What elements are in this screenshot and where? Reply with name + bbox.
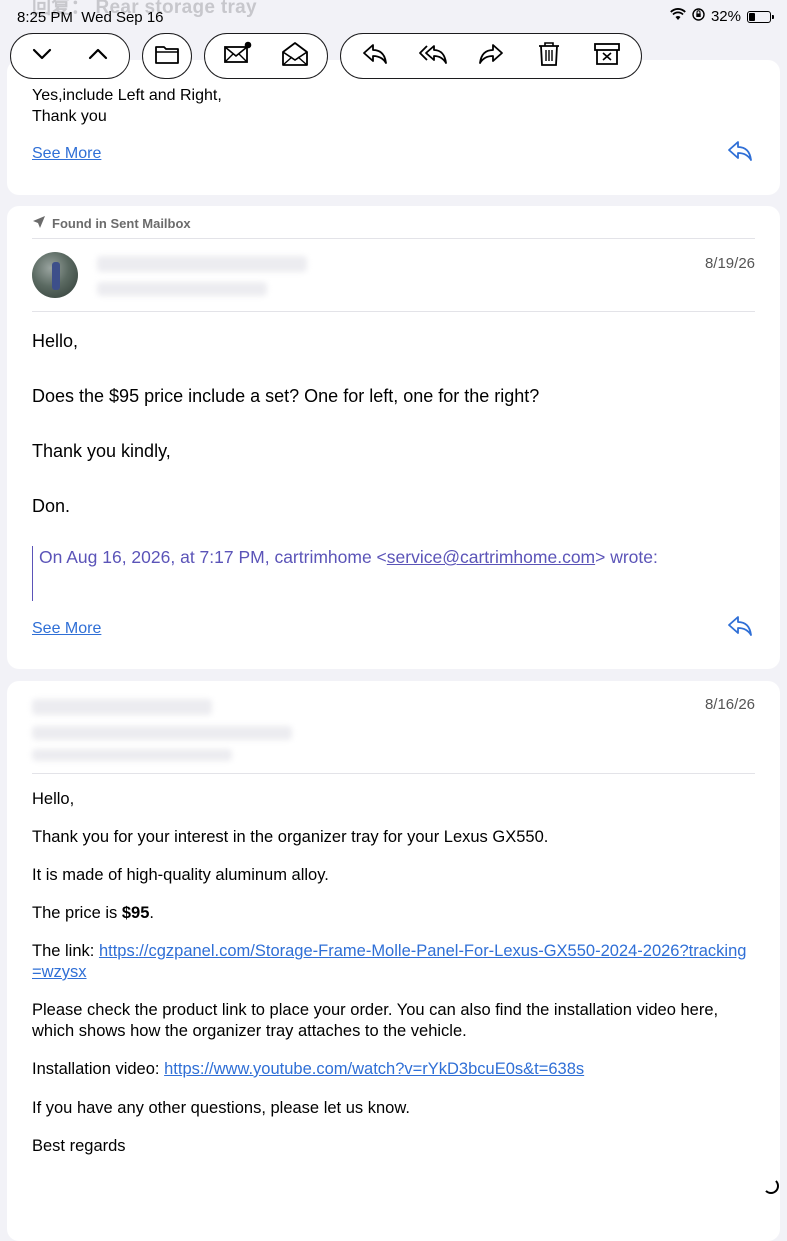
reply-icon[interactable] <box>725 136 755 166</box>
mark-read-button[interactable] <box>269 36 321 76</box>
redacted-recipient <box>97 282 267 296</box>
found-in-mailbox-label: Found in Sent Mailbox <box>32 215 191 232</box>
status-bar: 回复： Rear storage tray 8:25 PM Wed Sep 16… <box>0 0 787 34</box>
trash-button[interactable] <box>523 36 575 76</box>
forward-icon <box>476 39 506 74</box>
redacted-sender <box>97 256 307 272</box>
closing: Best regards <box>32 1137 126 1155</box>
mark-unread-button[interactable] <box>211 36 263 76</box>
trash-icon <box>534 39 564 74</box>
reply-all-button[interactable] <box>407 36 459 76</box>
reply-icon[interactable] <box>725 611 755 641</box>
divider <box>32 773 755 774</box>
move-pill <box>142 33 192 79</box>
price-value: $95 <box>121 904 150 922</box>
message-card-2: Found in Sent Mailbox 8/19/26 Hello, Doe… <box>7 206 780 669</box>
message-1-body: Yes,include Left and Right, Thank you <box>32 85 222 127</box>
open-envelope-icon <box>280 39 310 74</box>
divider <box>32 311 755 312</box>
forward-button[interactable] <box>465 36 517 76</box>
product-link-line: The link: https://cgzpanel.com/Storage-F… <box>32 942 747 981</box>
chevron-down-icon <box>27 39 57 74</box>
see-more-link[interactable]: See More <box>32 145 101 163</box>
divider <box>32 238 755 239</box>
message-date: 8/19/26 <box>704 255 755 272</box>
body-line: Yes,include Left and Right, <box>32 87 222 104</box>
quoted-email-link[interactable]: service@cartrimhome.com <box>387 547 595 567</box>
move-to-folder-button[interactable] <box>147 36 187 76</box>
body-paragraph: Thank you for your interest in the organ… <box>32 828 549 846</box>
reply-all-icon <box>418 39 448 74</box>
mail-toolbar <box>10 33 642 81</box>
battery-percent: 32% <box>710 8 741 25</box>
message-card-3: 8/16/26 Hello, Thank you for your intere… <box>7 681 780 1241</box>
body-line: Hello, <box>32 331 79 351</box>
body-line: Thank you <box>32 108 107 125</box>
greeting: Hello, <box>32 790 75 808</box>
price-line: The price is $95. <box>32 904 154 922</box>
redacted-sender <box>32 699 212 715</box>
product-link[interactable]: https://cgzpanel.com/Storage-Frame-Molle… <box>32 942 746 981</box>
previous-message-button[interactable] <box>73 36 123 76</box>
loading-spinner-icon <box>763 1178 779 1194</box>
paper-plane-icon <box>32 215 46 232</box>
quoted-reply: On Aug 16, 2026, at 7:17 PM, cartrimhome… <box>32 546 658 601</box>
redacted-recipient <box>32 726 292 740</box>
actions-pill <box>340 33 642 79</box>
folder-icon <box>152 39 182 74</box>
body-paragraph: It is made of high-quality aluminum allo… <box>32 866 329 884</box>
body-line: Thank you kindly, <box>32 441 171 461</box>
body-paragraph: If you have any other questions, please … <box>32 1099 410 1117</box>
chevron-up-icon <box>83 39 113 74</box>
next-message-button[interactable] <box>17 36 67 76</box>
video-link-line: Installation video: https://www.youtube.… <box>32 1060 585 1078</box>
see-more-link[interactable]: See More <box>32 620 101 638</box>
status-time: 8:25 PM Wed Sep 16 <box>17 9 164 26</box>
status-indicators: 32% <box>670 8 774 25</box>
avatar <box>32 252 78 298</box>
redacted-cc <box>32 749 232 761</box>
battery-icon <box>747 10 774 23</box>
archive-icon <box>592 39 622 74</box>
wifi-icon <box>670 8 686 25</box>
video-link[interactable]: https://www.youtube.com/watch?v=rYkD3bcu… <box>164 1060 584 1078</box>
body-paragraph: Please check the product link to place y… <box>32 1001 719 1040</box>
body-line: Don. <box>32 496 71 516</box>
envelope-dot-icon <box>222 39 252 74</box>
reply-icon <box>360 39 390 74</box>
body-line: Does the $95 price include a set? One fo… <box>32 386 540 406</box>
nav-pill <box>10 33 130 79</box>
message-date: 8/16/26 <box>704 696 755 713</box>
flag-pill <box>204 33 328 79</box>
orientation-lock-icon <box>692 8 705 25</box>
reply-button[interactable] <box>349 36 401 76</box>
archive-button[interactable] <box>581 36 633 76</box>
